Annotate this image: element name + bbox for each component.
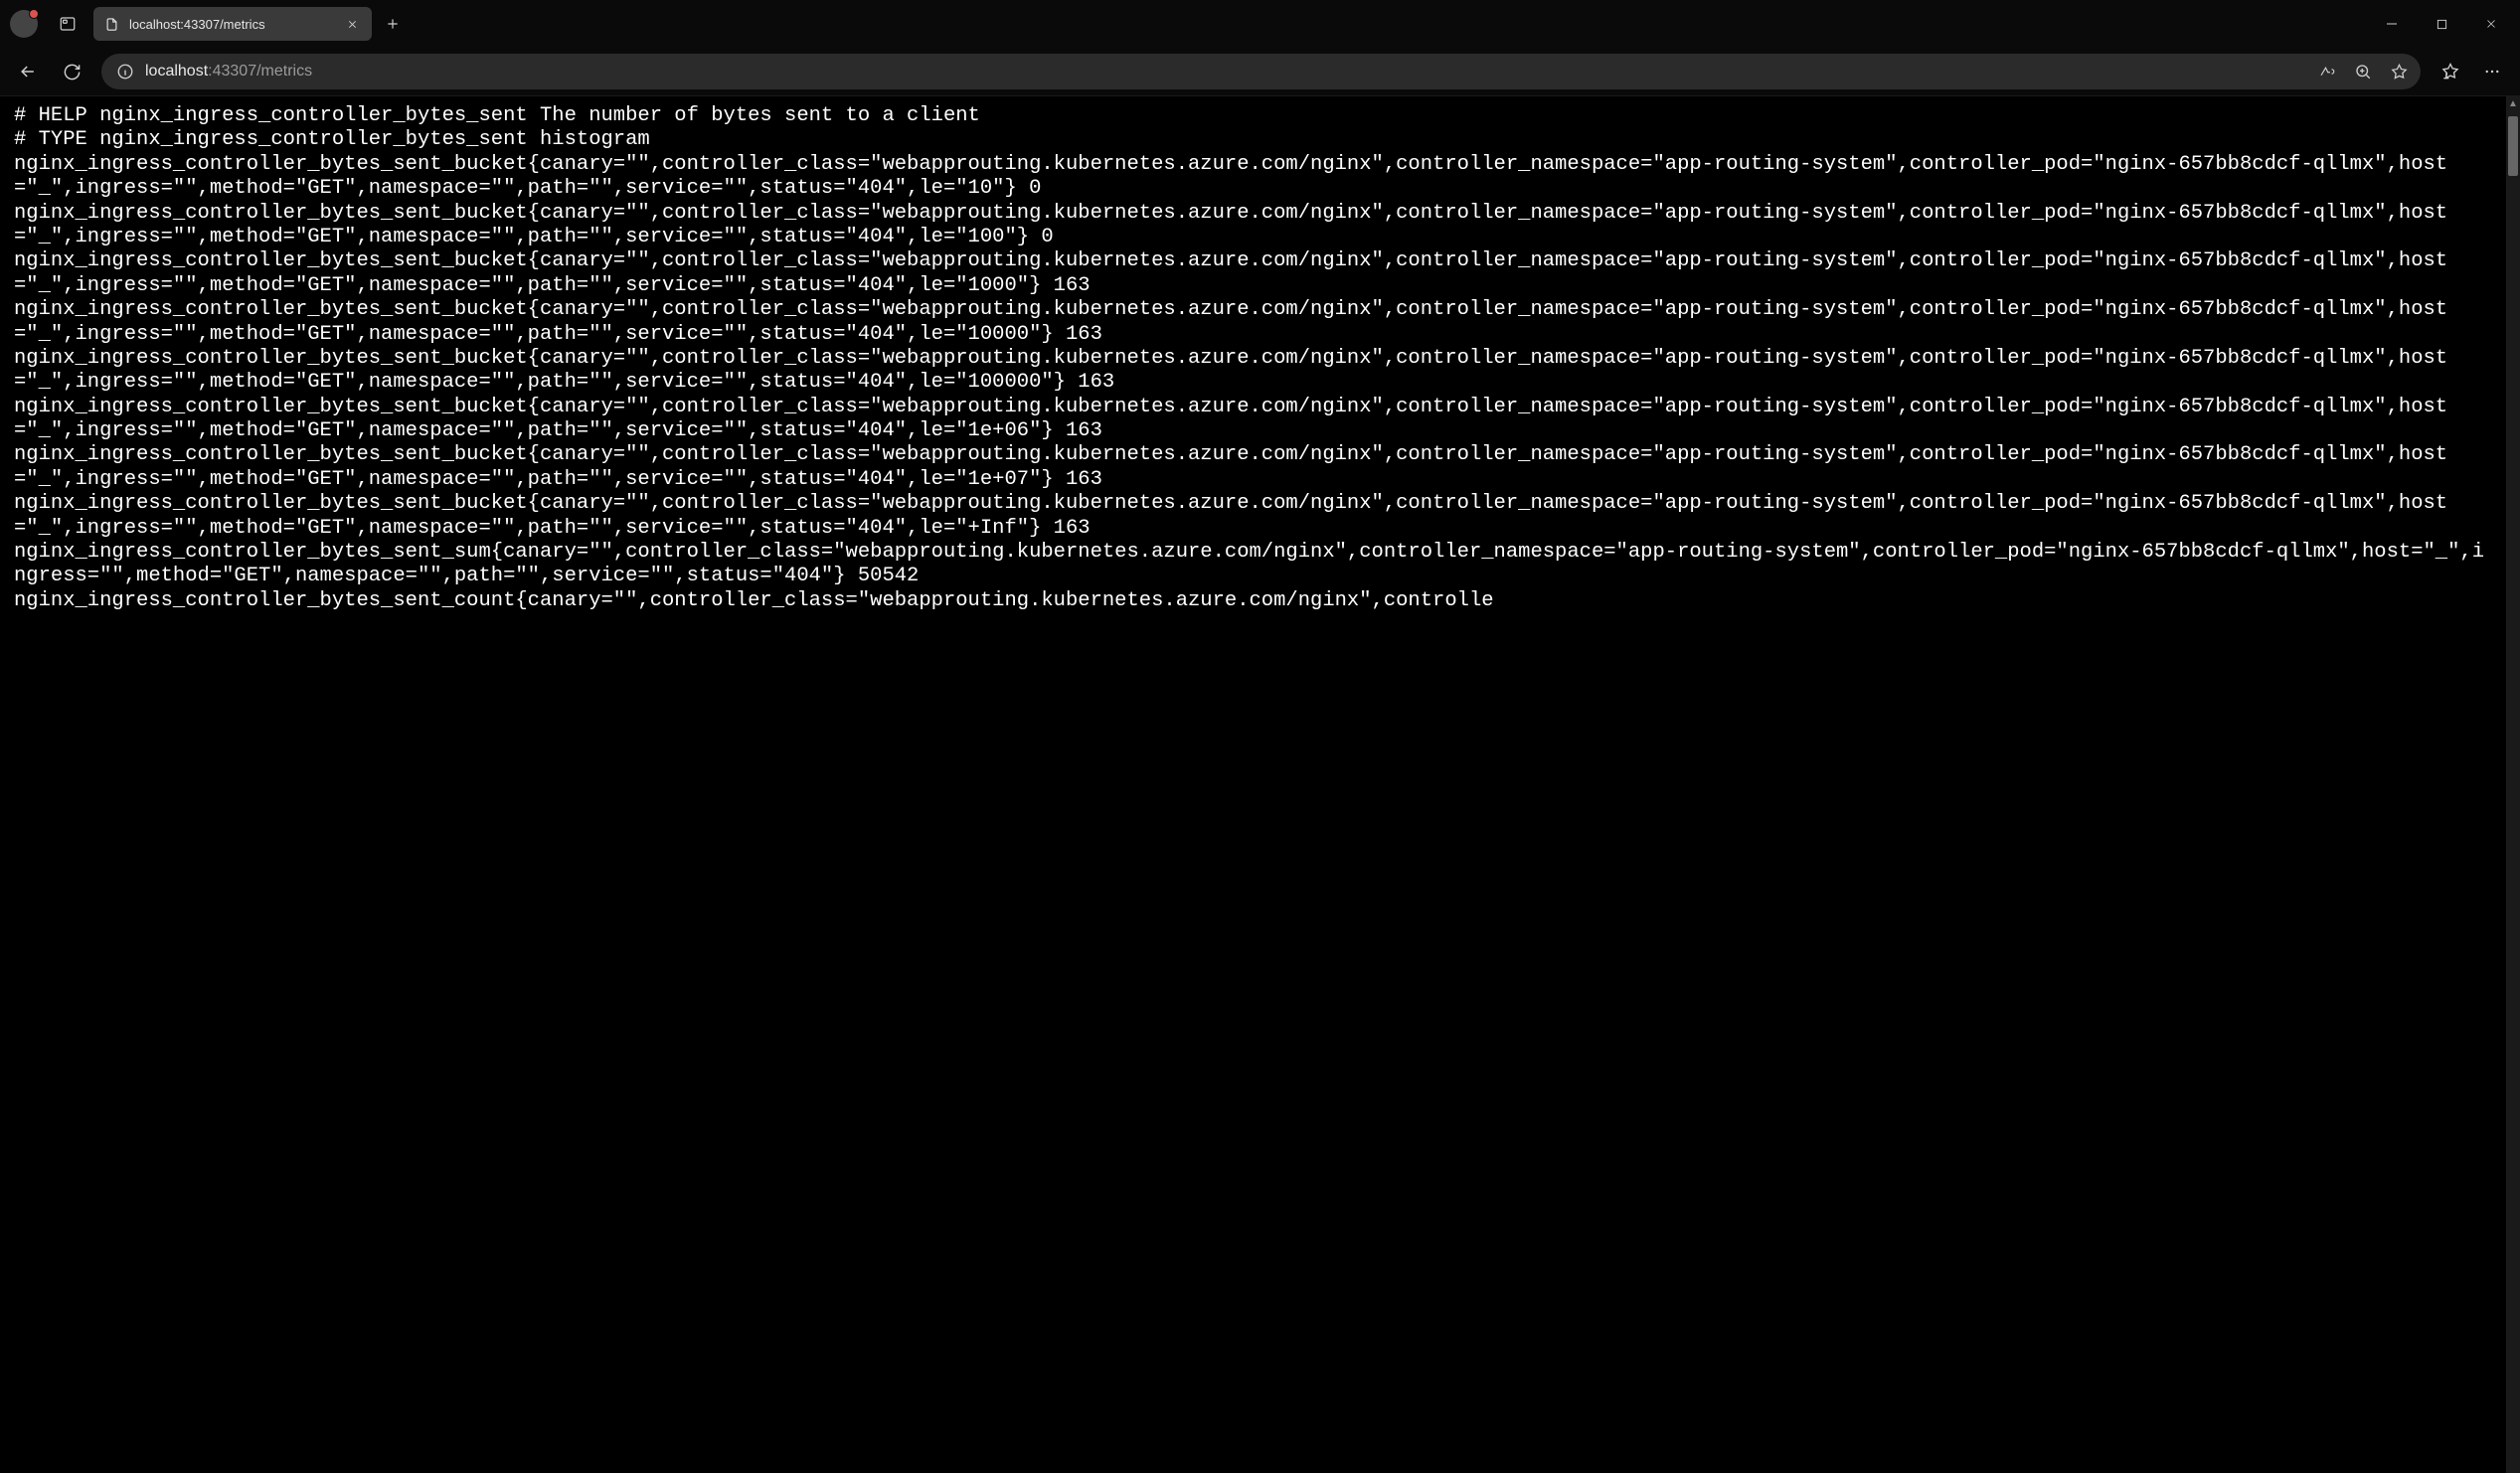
page-content: # HELP nginx_ingress_controller_bytes_se… (0, 95, 2520, 1473)
favorite-icon[interactable] (2383, 56, 2415, 87)
scrollbar-thumb[interactable] (2508, 116, 2518, 176)
tab-actions-icon[interactable] (48, 4, 87, 44)
url-path: :43307/metrics (208, 63, 312, 80)
zoom-icon[interactable] (2347, 56, 2379, 87)
address-bar[interactable]: localhost:43307/metrics (101, 54, 2421, 89)
url-display: localhost:43307/metrics (145, 63, 2301, 81)
back-button[interactable] (8, 52, 48, 91)
page-icon (103, 16, 119, 32)
browser-tab[interactable]: localhost:43307/metrics (93, 7, 372, 41)
minimize-button[interactable] (2367, 4, 2417, 44)
scrollbar[interactable]: ▲ (2506, 96, 2520, 1473)
metrics-text[interactable]: # HELP nginx_ingress_controller_bytes_se… (0, 96, 2506, 621)
window-controls (2367, 4, 2516, 44)
profile-avatar[interactable] (10, 10, 38, 38)
toolbar: localhost:43307/metrics (0, 48, 2520, 95)
maximize-button[interactable] (2417, 4, 2466, 44)
tab-close-button[interactable] (342, 14, 362, 34)
url-host: localhost (145, 63, 208, 80)
window-close-button[interactable] (2466, 4, 2516, 44)
read-aloud-icon[interactable] (2311, 56, 2343, 87)
settings-more-button[interactable] (2472, 52, 2512, 91)
new-tab-button[interactable] (376, 7, 410, 41)
refresh-button[interactable] (52, 52, 91, 91)
favorites-button[interactable] (2431, 52, 2470, 91)
scrollbar-up-arrow[interactable]: ▲ (2506, 96, 2520, 110)
tab-title: localhost:43307/metrics (129, 17, 332, 32)
site-info-icon[interactable] (115, 62, 135, 82)
titlebar: localhost:43307/metrics (0, 0, 2520, 48)
